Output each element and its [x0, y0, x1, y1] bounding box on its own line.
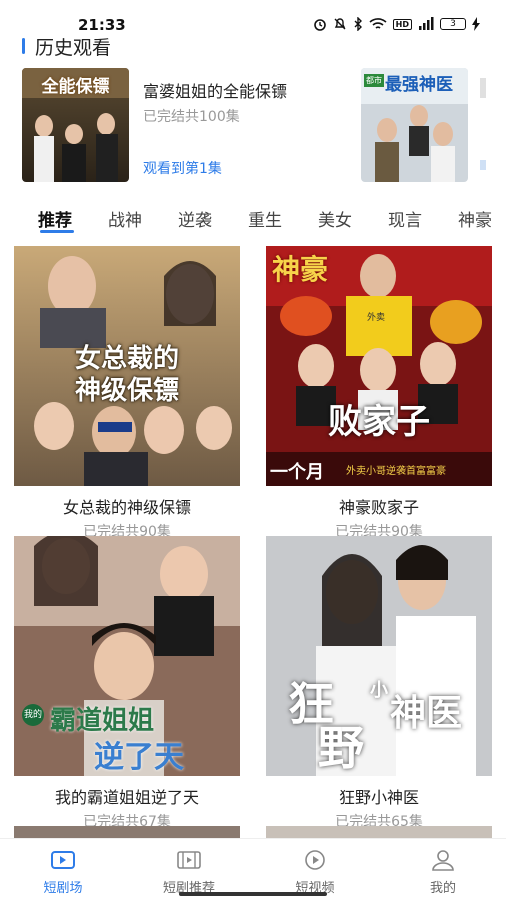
- history-scroll-edge: [480, 68, 506, 182]
- history-poster-next[interactable]: 都市 最强神医: [361, 68, 468, 182]
- drama-poster[interactable]: 我的 霸道姐姐 逆了天: [14, 536, 240, 776]
- mute-icon: [334, 18, 346, 30]
- history-title: 历史观看: [35, 36, 112, 59]
- tab-counterattack[interactable]: 逆袭: [178, 206, 212, 231]
- nav-label: 我的: [429, 881, 456, 896]
- signal-5g-icon: [419, 17, 434, 30]
- tab-war-god[interactable]: 战神: [108, 206, 142, 231]
- bottom-nav: 短剧场 短剧推荐 短视频 我的: [0, 838, 506, 900]
- home-indicator[interactable]: [179, 892, 327, 896]
- history-drama-status: 已完结共100集: [143, 109, 240, 125]
- nav-label: 短剧场: [43, 881, 83, 896]
- charging-icon: [472, 17, 480, 31]
- nav-item-theater[interactable]: 短剧场: [8, 849, 118, 896]
- poster-title-line-2: 小: [370, 680, 388, 701]
- drama-title[interactable]: 女总裁的神级保镖: [14, 494, 240, 518]
- poster-title-line-2: 逆了天: [94, 740, 184, 775]
- history-header: 历史观看: [22, 34, 112, 59]
- poster-title-line-4: 神医: [390, 693, 463, 734]
- drama-poster[interactable]: 狂 小 野 神医: [266, 536, 492, 776]
- history-drama-title[interactable]: 富婆姐姐的全能保镖: [143, 78, 287, 102]
- drama-title[interactable]: 我的霸道姐姐逆了天: [14, 784, 240, 808]
- poster-title-line-3: 野: [318, 721, 364, 775]
- nav-item-short-video[interactable]: 短视频: [260, 849, 370, 896]
- drama-card[interactable]: 狂 小 野 神医 狂野小神医 已完结共65集: [266, 536, 492, 831]
- drama-card[interactable]: 女总裁的 神级保镖 女总裁的神级保镖 已完结共90集: [14, 246, 240, 541]
- category-tabs: 推荐 战神 逆袭 重生 美女 现言 神豪: [0, 198, 506, 238]
- drama-card[interactable]: 神豪 外卖 败家子 一个月 外卖小哥逆袭首富富豪 神豪败家子 已完结共90集: [266, 246, 492, 541]
- poster-bottom-right: 外卖小哥逆袭首富富豪: [346, 466, 446, 477]
- nav-item-profile[interactable]: 我的: [388, 849, 498, 896]
- drama-poster-partial: [266, 826, 492, 838]
- tab-rebirth[interactable]: 重生: [248, 206, 282, 231]
- drama-title[interactable]: 神豪败家子: [266, 494, 492, 518]
- status-time: 21:33: [78, 16, 126, 34]
- drama-poster[interactable]: 神豪 外卖 败家子 一个月 外卖小哥逆袭首富富豪: [266, 246, 492, 486]
- history-info: 富婆姐姐的全能保镖 已完结共100集 观看到第1集: [143, 68, 343, 182]
- tab-recommend[interactable]: 推荐: [38, 206, 72, 231]
- poster-main-text: 败家子: [328, 402, 430, 442]
- tab-underline: [40, 230, 74, 233]
- history-poster-text: 全能保镖: [41, 77, 110, 97]
- alarm-icon: [313, 19, 326, 31]
- poster-title-line-2: 神级保镖: [74, 376, 179, 406]
- poster-bottom-left: 一个月: [270, 462, 324, 483]
- battery-icon: 3: [440, 18, 466, 30]
- tab-rich-god[interactable]: 神豪: [458, 206, 492, 231]
- history-progress-link[interactable]: 观看到第1集: [143, 158, 222, 178]
- history-poster[interactable]: 全能保镖: [22, 68, 129, 182]
- history-next-tag: 都市: [364, 74, 384, 87]
- status-bar: 21:33 HD 3: [0, 0, 506, 34]
- hd-icon: HD: [392, 18, 412, 30]
- poster-top-text: 神豪: [272, 253, 329, 286]
- section-accent-bar: [22, 38, 25, 54]
- poster-vest-text: 外卖: [367, 313, 386, 323]
- tab-beauty[interactable]: 美女: [318, 206, 352, 231]
- drama-title[interactable]: 狂野小神医: [266, 784, 492, 808]
- poster-small-badge: 我的: [22, 704, 44, 726]
- drama-card[interactable]: 我的 霸道姐姐 逆了天 我的霸道姐姐逆了天 已完结共67集: [14, 536, 240, 831]
- nav-item-recommend[interactable]: 短剧推荐: [134, 849, 244, 896]
- film-icon: [177, 851, 201, 869]
- history-next-text: 最强神医: [385, 75, 453, 95]
- drama-poster[interactable]: 女总裁的 神级保镖: [14, 246, 240, 486]
- profile-icon: [432, 850, 454, 871]
- status-icons: HD 3: [313, 17, 480, 31]
- bluetooth-icon: [354, 17, 362, 31]
- video-player-icon: [51, 851, 75, 869]
- wifi-icon: [369, 18, 387, 29]
- tab-modern-romance[interactable]: 现言: [388, 206, 422, 231]
- play-circle-icon: [305, 850, 325, 870]
- history-card[interactable]: 全能保镖 富婆姐姐的全能保镖 已完结共100集 观看到第1集 都市 最强神医: [22, 68, 468, 182]
- drama-poster-partial: [14, 826, 240, 838]
